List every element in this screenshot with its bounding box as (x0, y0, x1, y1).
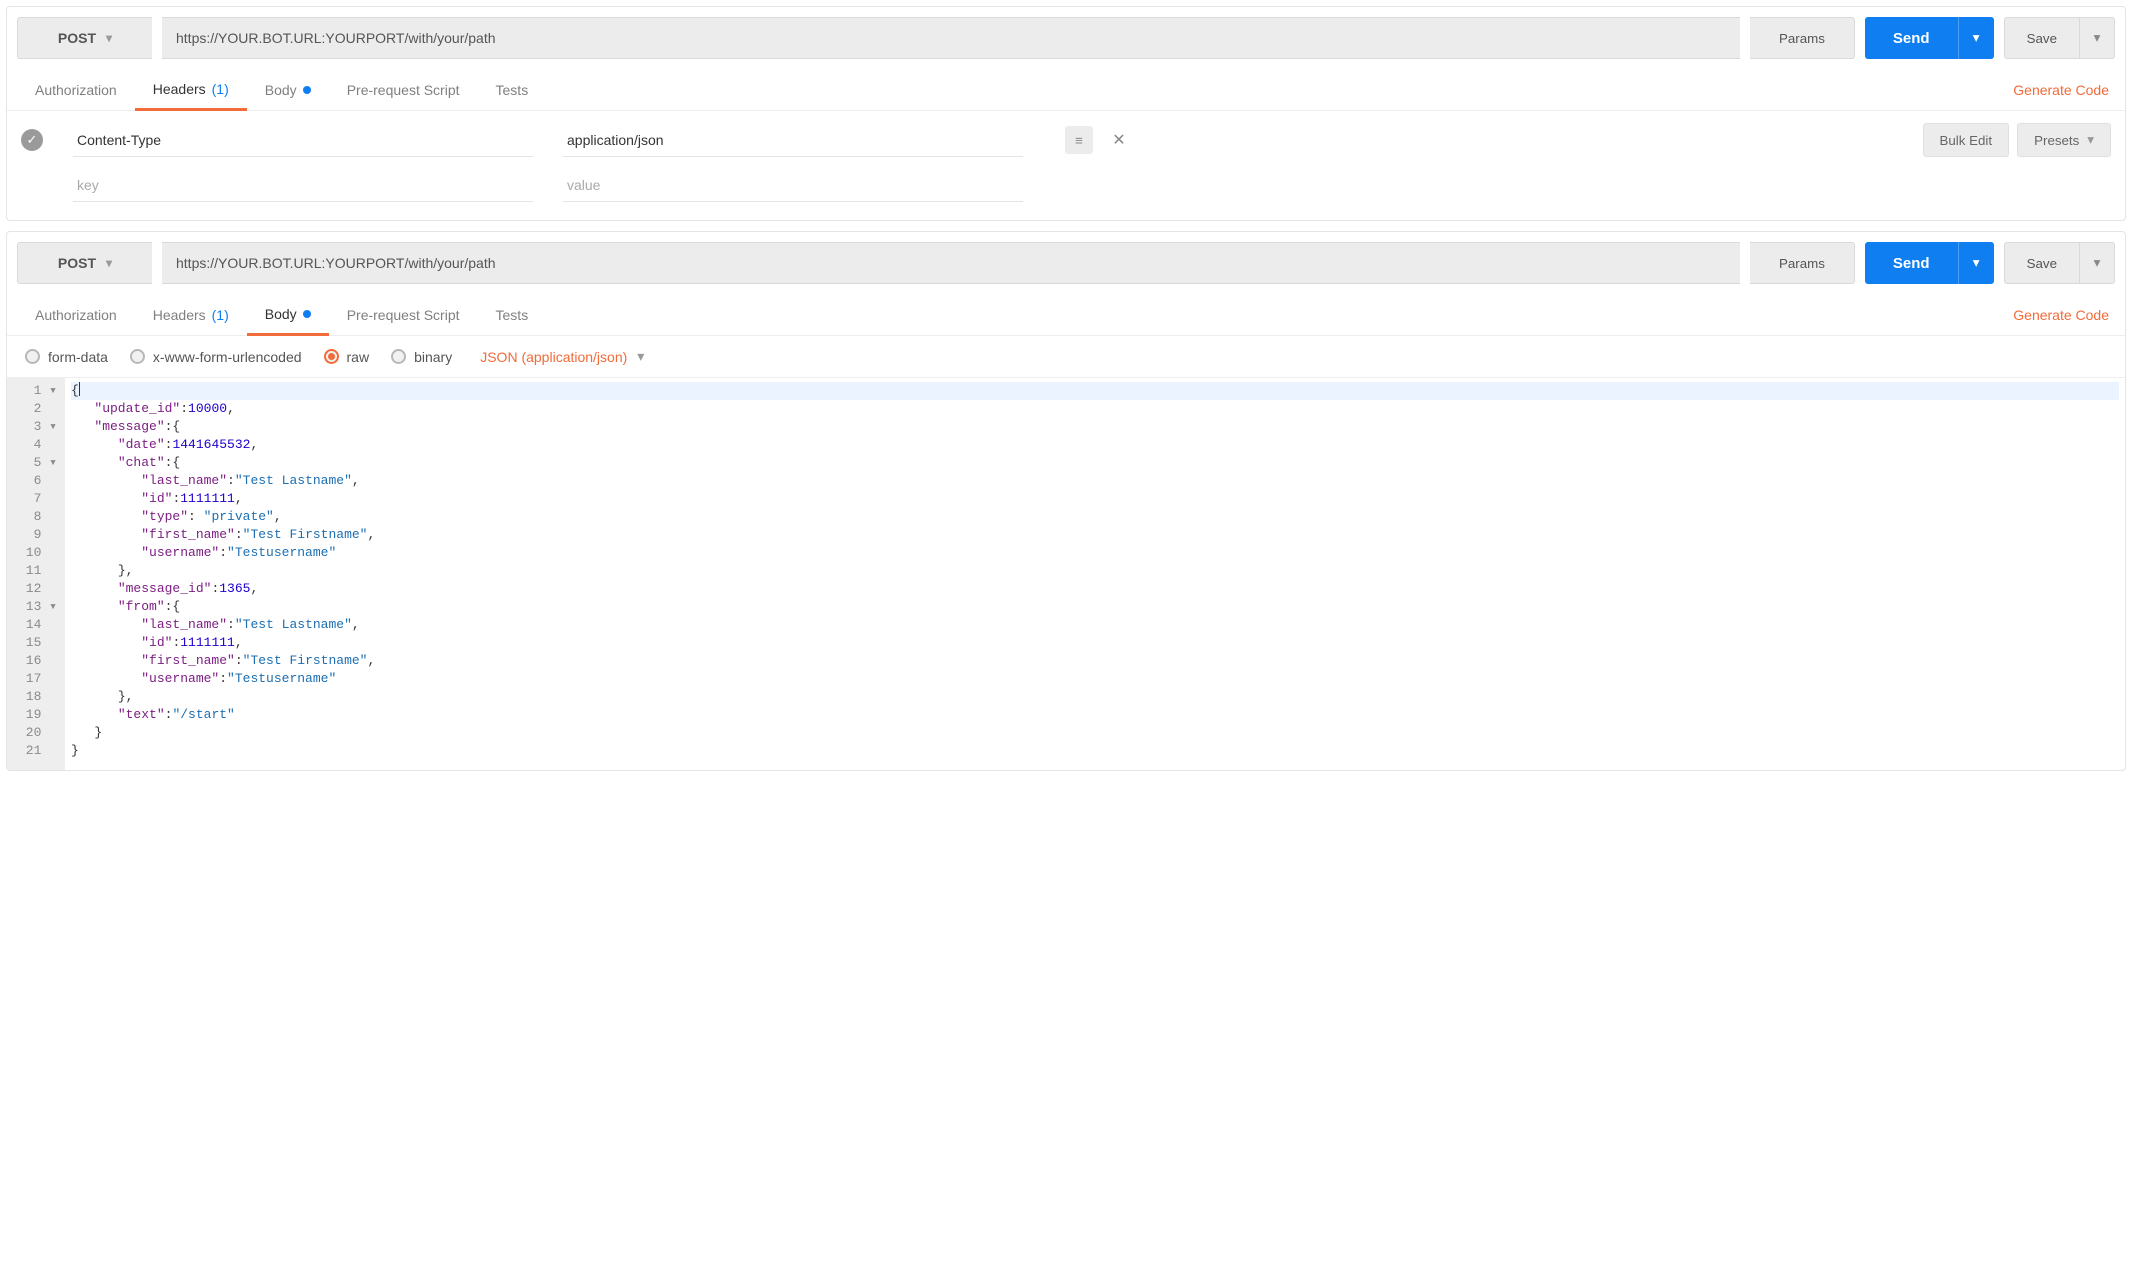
presets-button[interactable]: Presets ▾ (2017, 123, 2111, 157)
tab-pre-request-script[interactable]: Pre-request Script (329, 69, 478, 111)
bulk-edit-button[interactable]: Bulk Edit (1923, 123, 2010, 157)
chevron-down-icon: ▾ (106, 31, 112, 45)
body-indicator-dot-icon (303, 86, 311, 94)
chevron-down-icon: ▾ (637, 348, 644, 365)
generate-code-link[interactable]: Generate Code (2013, 82, 2115, 98)
url-input[interactable] (162, 17, 1740, 59)
request-panel-2: POST ▾ Params Send ▾ Save ▾ Authorizatio… (6, 231, 2126, 771)
chevron-down-icon: ▾ (1973, 255, 1980, 271)
tab-tests[interactable]: Tests (478, 294, 547, 336)
tab-bar: Authorization Headers (1) Body Pre-reque… (7, 294, 2125, 336)
header-value-input-new[interactable] (563, 169, 1023, 202)
send-button[interactable]: Send (1865, 242, 1958, 284)
tab-authorization[interactable]: Authorization (17, 69, 135, 111)
check-icon[interactable]: ✓ (21, 129, 43, 151)
tab-pre-request-script[interactable]: Pre-request Script (329, 294, 478, 336)
method-select[interactable]: POST ▾ (17, 242, 152, 284)
headers-count: (1) (212, 81, 229, 97)
tab-headers[interactable]: Headers (1) (135, 294, 247, 336)
chevron-down-icon: ▾ (2094, 30, 2101, 46)
radio-form-data[interactable]: form-data (25, 349, 108, 365)
close-icon[interactable]: ✕ (1105, 126, 1133, 154)
send-dropdown-button[interactable]: ▾ (1958, 17, 1994, 59)
tab-body[interactable]: Body (247, 69, 329, 111)
params-button[interactable]: Params (1750, 242, 1855, 284)
send-button[interactable]: Send (1865, 17, 1958, 59)
chevron-down-icon: ▾ (2094, 255, 2101, 271)
save-dropdown-button[interactable]: ▾ (2079, 17, 2115, 59)
send-dropdown-button[interactable]: ▾ (1958, 242, 1994, 284)
radio-icon (25, 349, 40, 364)
tab-body[interactable]: Body (247, 294, 329, 336)
body-type-row: form-data x-www-form-urlencoded raw bina… (7, 336, 2125, 377)
tab-tests[interactable]: Tests (478, 69, 547, 111)
header-key-input-new[interactable] (73, 169, 533, 202)
method-label: POST (58, 30, 96, 46)
request-bar: POST ▾ Params Send ▾ Save ▾ (7, 7, 2125, 69)
header-row: ✓ ≡ ✕ Bulk Edit Presets ▾ (21, 123, 2111, 157)
radio-raw[interactable]: raw (324, 349, 370, 365)
tab-headers[interactable]: Headers (1) (135, 69, 247, 111)
editor-code-area[interactable]: { "update_id":10000, "message":{ "date":… (65, 378, 2125, 770)
url-input[interactable] (162, 242, 1740, 284)
header-key-input[interactable] (73, 124, 533, 157)
body-indicator-dot-icon (303, 310, 311, 318)
header-value-input[interactable] (563, 124, 1023, 157)
radio-x-www-form-urlencoded[interactable]: x-www-form-urlencoded (130, 349, 302, 365)
request-panel-1: POST ▾ Params Send ▾ Save ▾ Authorizatio… (6, 6, 2126, 221)
request-bar: POST ▾ Params Send ▾ Save ▾ (7, 232, 2125, 294)
code-editor[interactable]: 1 ▾2 3 ▾4 5 ▾6 7 8 9 10 11 12 13 ▾14 15 … (7, 377, 2125, 770)
chevron-down-icon: ▾ (106, 256, 112, 270)
method-label: POST (58, 255, 96, 271)
save-dropdown-button[interactable]: ▾ (2079, 242, 2115, 284)
headers-area: ✓ ≡ ✕ Bulk Edit Presets ▾ (7, 111, 2125, 220)
radio-icon (130, 349, 145, 364)
radio-icon (324, 349, 339, 364)
method-select[interactable]: POST ▾ (17, 17, 152, 59)
headers-count: (1) (212, 307, 229, 323)
save-button[interactable]: Save (2004, 17, 2079, 59)
editor-gutter: 1 ▾2 3 ▾4 5 ▾6 7 8 9 10 11 12 13 ▾14 15 … (7, 378, 65, 770)
content-type-select[interactable]: JSON (application/json) ▾ (480, 348, 644, 365)
save-button[interactable]: Save (2004, 242, 2079, 284)
header-new-row (21, 169, 2111, 202)
tab-authorization[interactable]: Authorization (17, 294, 135, 336)
radio-binary[interactable]: binary (391, 349, 452, 365)
chevron-down-icon: ▾ (2087, 132, 2094, 148)
params-button[interactable]: Params (1750, 17, 1855, 59)
generate-code-link[interactable]: Generate Code (2013, 307, 2115, 323)
list-icon[interactable]: ≡ (1065, 126, 1093, 154)
tab-bar: Authorization Headers (1) Body Pre-reque… (7, 69, 2125, 111)
chevron-down-icon: ▾ (1973, 30, 1980, 46)
radio-icon (391, 349, 406, 364)
